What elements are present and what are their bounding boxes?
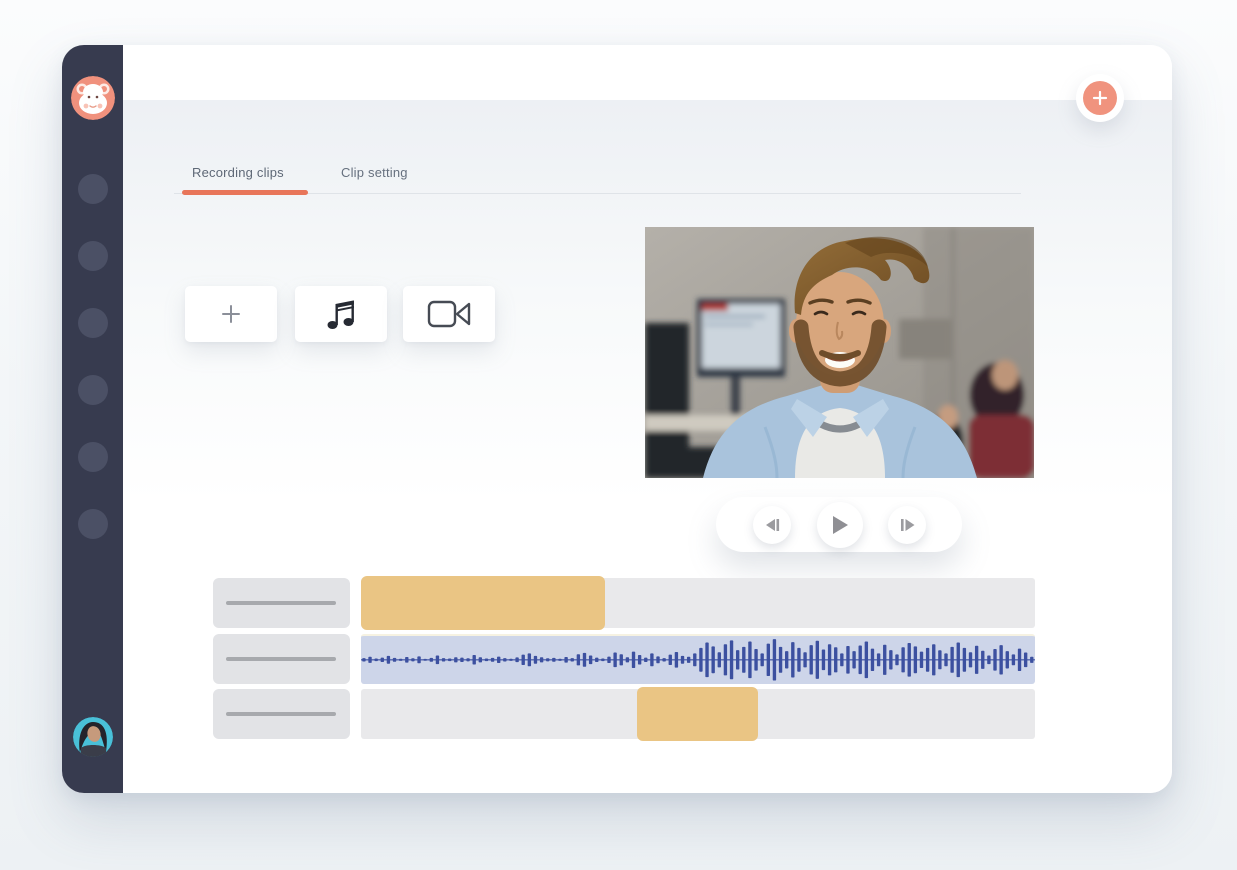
- user-avatar-photo: [73, 717, 113, 757]
- sidebar-menu-item-2[interactable]: [78, 241, 108, 271]
- add-clip-button[interactable]: [185, 286, 277, 342]
- sidebar: [62, 45, 123, 793]
- track-2-label[interactable]: [213, 634, 350, 684]
- play-icon: [831, 515, 849, 535]
- tab-recording-clips[interactable]: Recording clips: [192, 165, 284, 180]
- step-backward-button[interactable]: [753, 506, 791, 544]
- tab-clip-setting[interactable]: Clip setting: [341, 165, 408, 180]
- video-frame-photo: [645, 227, 1034, 478]
- active-tab-indicator: [182, 190, 308, 195]
- page-background: Recording clips Clip setting: [0, 0, 1237, 870]
- sidebar-menu-item-5[interactable]: [78, 442, 108, 472]
- track-3-lane[interactable]: [361, 689, 1035, 739]
- step-forward-icon: [900, 518, 915, 532]
- play-button[interactable]: [817, 502, 863, 548]
- track-3-clip[interactable]: [637, 687, 758, 741]
- user-avatar[interactable]: [73, 717, 113, 757]
- video-camera-icon: [426, 297, 472, 331]
- track-3-label[interactable]: [213, 689, 350, 739]
- step-backward-icon: [765, 518, 780, 532]
- playback-bar: [716, 497, 962, 552]
- plus-icon: [1092, 90, 1108, 106]
- track-1-label[interactable]: [213, 578, 350, 628]
- music-note-icon: [324, 296, 358, 332]
- video-preview: [645, 227, 1034, 478]
- plus-icon: [220, 303, 242, 325]
- audio-waveform: [361, 636, 1035, 684]
- add-new-button[interactable]: [1083, 81, 1117, 115]
- top-bar: [123, 45, 1172, 100]
- step-forward-button[interactable]: [888, 506, 926, 544]
- app-window: Recording clips Clip setting: [62, 45, 1172, 793]
- track-1-lane[interactable]: [361, 578, 1035, 628]
- track-2-audio-clip[interactable]: [361, 634, 1035, 684]
- monkey-logo-icon: [71, 76, 115, 120]
- track-1-clip[interactable]: [361, 576, 605, 630]
- sidebar-menu-item-6[interactable]: [78, 509, 108, 539]
- sidebar-menu-item-1[interactable]: [78, 174, 108, 204]
- sidebar-menu-item-3[interactable]: [78, 308, 108, 338]
- add-video-button[interactable]: [403, 286, 495, 342]
- app-logo[interactable]: [71, 76, 115, 120]
- add-music-button[interactable]: [295, 286, 387, 342]
- sidebar-menu-item-4[interactable]: [78, 375, 108, 405]
